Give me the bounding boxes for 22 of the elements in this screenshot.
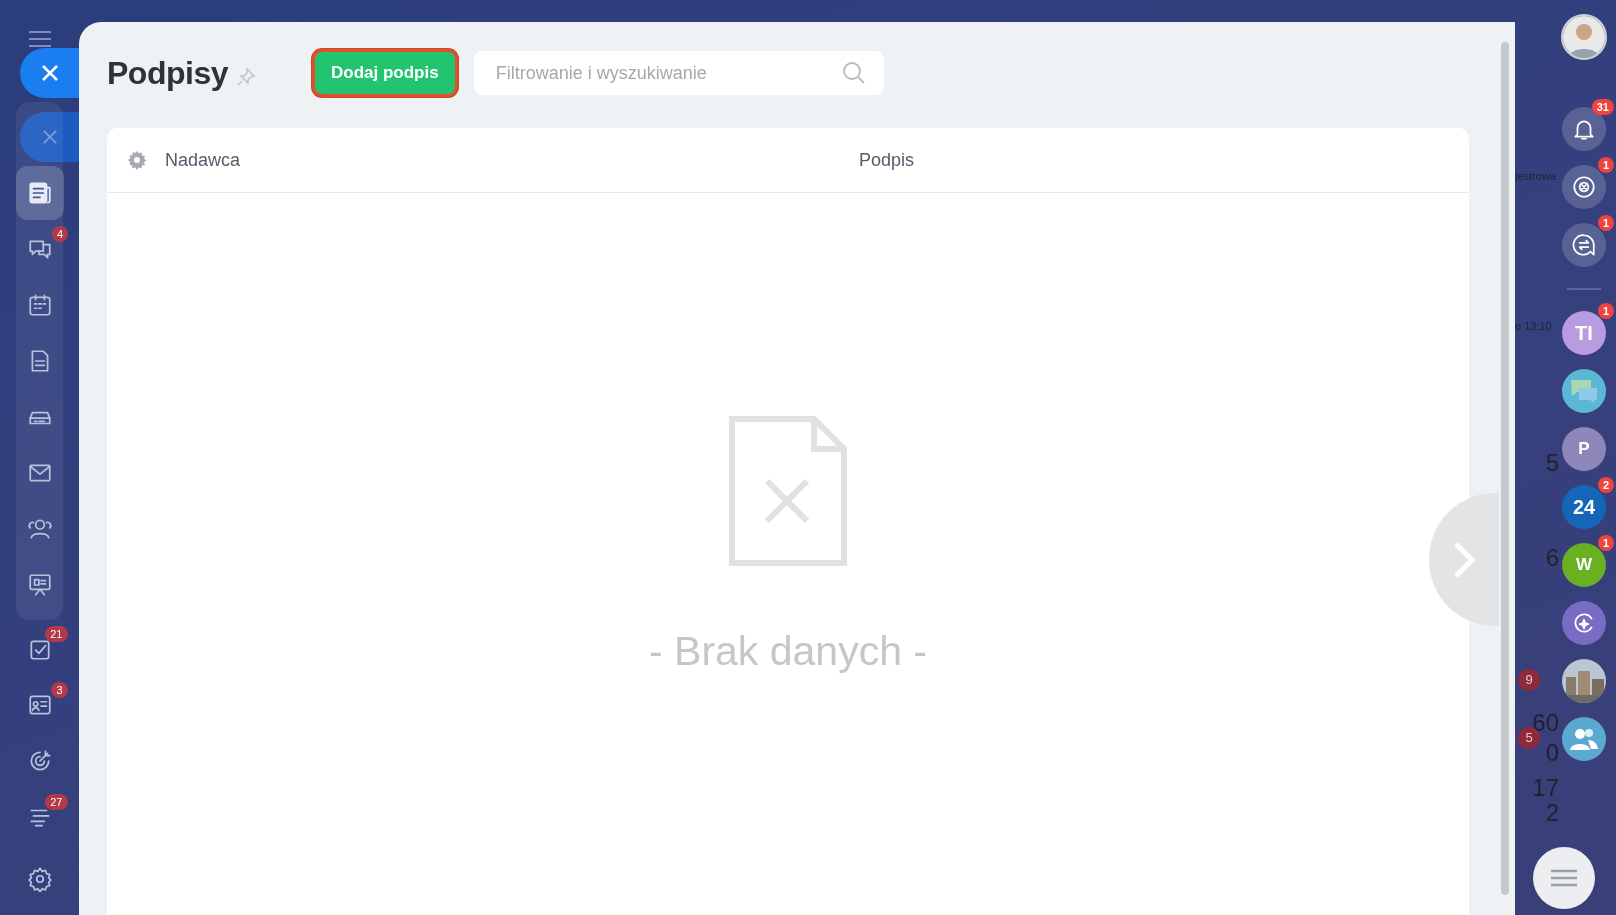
page-title: Podpisy	[107, 54, 228, 93]
background-text: 6	[1545, 543, 1559, 573]
count-badge: 31	[1591, 99, 1614, 115]
background-text: 5	[1545, 448, 1559, 478]
background-text: o 13:10	[1515, 319, 1552, 334]
count-badge: 9	[1518, 669, 1540, 691]
count-badge: 21	[45, 626, 68, 642]
count-badge: 2	[1597, 477, 1614, 493]
count-badge: 3	[51, 682, 68, 698]
count-badge: 4	[51, 226, 68, 242]
count-badge: 1	[1597, 157, 1614, 173]
contact-avatar[interactable]: P	[1562, 427, 1606, 471]
count-badge: 1	[1597, 215, 1614, 231]
count-badge: 27	[45, 794, 68, 810]
column-header[interactable]: Podpis	[859, 146, 915, 174]
column-header[interactable]: Nadawca	[165, 146, 859, 174]
background-text: jestrowa	[1515, 169, 1556, 184]
count-badge: 1	[1597, 303, 1614, 319]
empty-state-text: - Brak danych -	[649, 626, 927, 676]
search-field[interactable]: Filtrowanie i wyszukiwanie	[473, 51, 884, 95]
background-text: 0	[1545, 738, 1559, 768]
count-badge: 1	[1597, 535, 1614, 551]
